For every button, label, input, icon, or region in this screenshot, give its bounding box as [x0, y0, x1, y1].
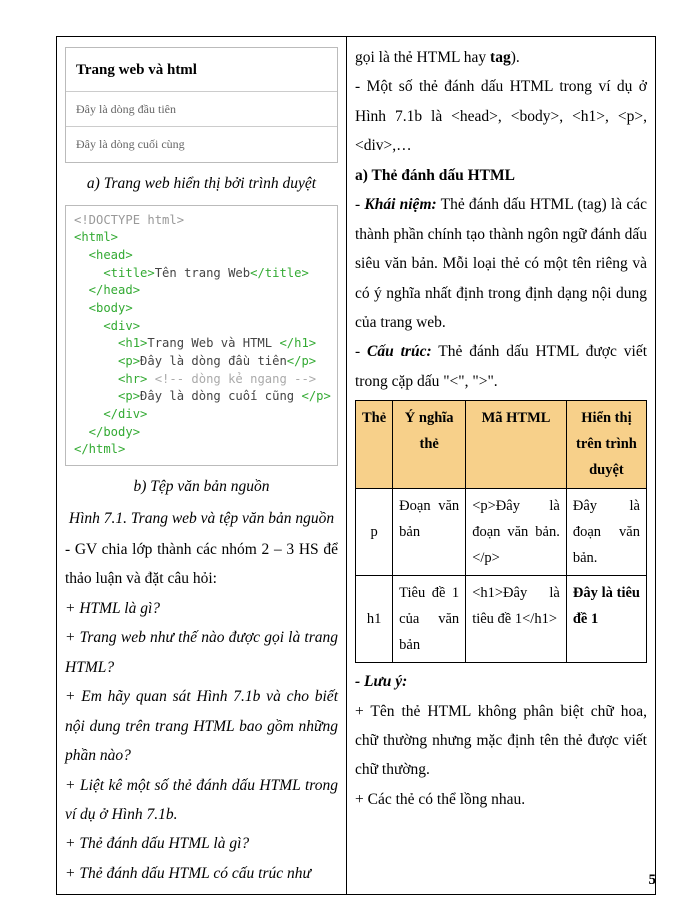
- code-line: </p>: [301, 389, 330, 403]
- browser-preview-title: Trang web và html: [66, 48, 337, 92]
- right-p3-body: Thẻ đánh dấu HTML (tag) là các thành phầ…: [355, 196, 647, 331]
- code-line: <p>: [74, 354, 140, 368]
- code-line: <p>: [74, 389, 140, 403]
- right-p1-tail: ).: [511, 49, 520, 66]
- code-text: Tên trang Web: [155, 266, 250, 280]
- code-text: Đây là dòng đầu tiên: [140, 354, 287, 368]
- cell-p-code: <p>Đây là đoạn văn bản.</p>: [466, 488, 567, 575]
- right-p4: - Cấu trúc: Thẻ đánh dấu HTML được viết …: [355, 337, 647, 396]
- left-p2: + HTML là gì?: [65, 594, 338, 623]
- two-column-layout: Trang web và html Đây là dòng đầu tiên Đ…: [56, 36, 656, 895]
- tag-table: Thẻ Ý nghĩa thẻ Mã HTML Hiển thị trên tr…: [355, 400, 647, 663]
- code-line: </p>: [287, 354, 316, 368]
- cell-h1-render: Đây là tiêu đề 1: [566, 575, 646, 662]
- right-p2: - Một số thẻ đánh dấu HTML trong ví dụ ở…: [355, 72, 647, 160]
- browser-preview-line1: Đây là dòng đầu tiên: [66, 92, 337, 128]
- right-h1: a) Thẻ đánh dấu HTML: [355, 161, 647, 190]
- right-p4-label: Cấu trúc:: [367, 343, 432, 360]
- left-p4: + Em hãy quan sát Hình 7.1b và cho biết …: [65, 682, 338, 770]
- left-p1: - GV chia lớp thành các nhóm 2 – 3 HS để…: [65, 535, 338, 594]
- th-ynghia: Ý nghĩa thẻ: [393, 401, 466, 488]
- code-line: <html>: [74, 230, 118, 244]
- table-row: p Đoạn văn bản <p>Đây là đoạn văn bản.</…: [356, 488, 647, 575]
- table-row: h1 Tiêu đề 1 của văn bản <h1>Đây là tiêu…: [356, 575, 647, 662]
- caption-a: a) Trang web hiển thị bởi trình duyệt: [65, 169, 338, 198]
- code-comment: <!-- dòng kẻ ngang -->: [155, 372, 316, 386]
- right-p3-label: Khái niệm:: [364, 196, 436, 213]
- right-body-text: gọi là thẻ HTML hay tag). - Một số thẻ đ…: [355, 43, 647, 814]
- cell-h1-code: <h1>Đây là tiêu đề 1</h1>: [466, 575, 567, 662]
- left-p3: + Trang web như thế nào được gọi là tran…: [65, 623, 338, 682]
- code-line: <body>: [74, 301, 133, 315]
- right-p4-dash: -: [355, 343, 367, 360]
- left-p5: + Liệt kê một số thẻ đánh dấu HTML trong…: [65, 771, 338, 830]
- left-p7: + Thẻ đánh dấu HTML có cấu trúc như: [65, 859, 338, 888]
- right-p5: - Lưu ý:: [355, 667, 647, 696]
- right-p1: gọi là thẻ HTML hay tag).: [355, 43, 647, 72]
- cell-p-meaning: Đoạn văn bản: [393, 488, 466, 575]
- code-line: </html>: [74, 442, 125, 456]
- right-p3: - Khái niệm: Thẻ đánh dấu HTML (tag) là …: [355, 190, 647, 337]
- cell-p-render: Đây là đoạn văn bản.: [566, 488, 646, 575]
- code-text: Đây là dòng cuối cũng: [140, 389, 301, 403]
- th-hienthi: Hiển thị trên trình duyệt: [566, 401, 646, 488]
- table-header-row: Thẻ Ý nghĩa thẻ Mã HTML Hiển thị trên tr…: [356, 401, 647, 488]
- browser-preview-line2: Đây là dòng cuối cùng: [66, 127, 337, 162]
- th-ma: Mã HTML: [466, 401, 567, 488]
- code-line: </div>: [74, 407, 147, 421]
- code-line: <h1>: [74, 336, 147, 350]
- left-body-text: - GV chia lớp thành các nhóm 2 – 3 HS để…: [65, 535, 338, 888]
- code-line: </title>: [250, 266, 309, 280]
- page-number: 5: [649, 866, 657, 895]
- code-line: <head>: [74, 248, 133, 262]
- code-line: <hr>: [74, 372, 155, 386]
- code-line: </body>: [74, 425, 140, 439]
- caption-b: b) Tệp văn bản nguồn: [65, 472, 338, 501]
- browser-preview-box: Trang web và html Đây là dòng đầu tiên Đ…: [65, 47, 338, 163]
- left-p6: + Thẻ đánh dấu HTML là gì?: [65, 829, 338, 858]
- cell-h1-render-bold: Đây là tiêu đề 1: [573, 585, 640, 627]
- code-line: <div>: [74, 319, 140, 333]
- code-text: Trang Web và HTML: [147, 336, 279, 350]
- right-p6: + Tên thẻ HTML không phân biệt chữ hoa, …: [355, 697, 647, 785]
- code-line: <!DOCTYPE html>: [74, 213, 184, 227]
- right-column: gọi là thẻ HTML hay tag). - Một số thẻ đ…: [347, 37, 656, 894]
- caption-main: Hình 7.1. Trang web và tệp văn bản nguồn: [65, 504, 338, 533]
- cell-p-tag: p: [356, 488, 393, 575]
- cell-h1-meaning: Tiêu đề 1 của văn bản: [393, 575, 466, 662]
- code-line: <title>: [74, 266, 155, 280]
- right-p3-dash: -: [355, 196, 364, 213]
- right-p1-text: gọi là thẻ HTML hay: [355, 49, 490, 66]
- right-p7: + Các thẻ có thể lồng nhau.: [355, 785, 647, 814]
- left-column: Trang web và html Đây là dòng đầu tiên Đ…: [56, 37, 347, 894]
- code-preview-box: <!DOCTYPE html> <html> <head> <title>Tên…: [65, 205, 338, 467]
- code-line: </head>: [74, 283, 140, 297]
- right-p1-bold: tag: [490, 49, 511, 66]
- th-the: Thẻ: [356, 401, 393, 488]
- code-line: </h1>: [279, 336, 316, 350]
- cell-h1-tag: h1: [356, 575, 393, 662]
